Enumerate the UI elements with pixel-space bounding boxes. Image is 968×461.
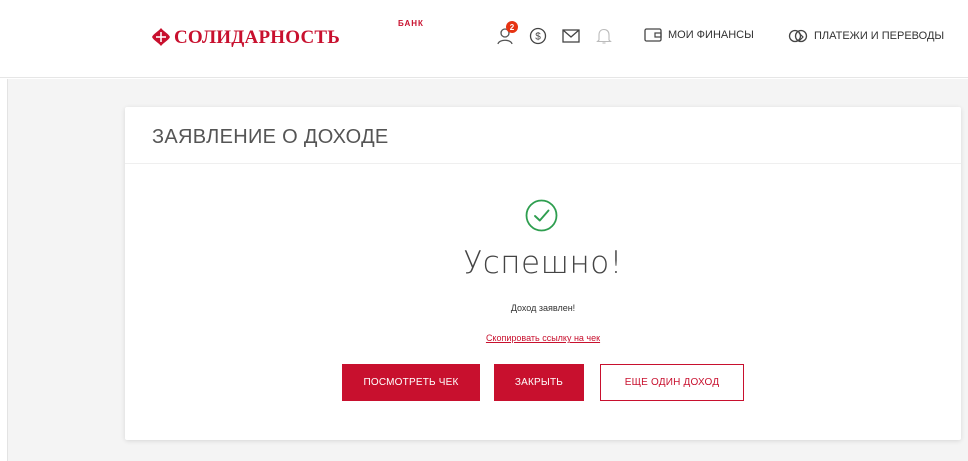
nav-payments-label: ПЛАТЕЖИ И ПЕРЕВОДЫ bbox=[814, 30, 945, 42]
notifications-badge: 2 bbox=[506, 21, 518, 33]
income-declaration-card: ЗАЯВЛЕНИЕ О ДОХОДЕ Успешно! Доход заявле… bbox=[125, 107, 961, 440]
user-icon[interactable]: 2 bbox=[494, 21, 518, 48]
copy-link-container: Скопировать ссылку на чек bbox=[125, 333, 961, 343]
check-circle-icon bbox=[525, 199, 558, 232]
mail-icon[interactable] bbox=[560, 24, 582, 48]
nav-finance-label: МОИ ФИНАНСЫ bbox=[668, 29, 754, 41]
nav-my-finances[interactable]: МОИ ФИНАНСЫ bbox=[644, 28, 754, 42]
nav-payments-transfers[interactable]: ПЛАТЕЖИ И ПЕРЕВОДЫ bbox=[788, 28, 944, 44]
page-title: ЗАЯВЛЕНИЕ О ДОХОДЕ bbox=[152, 126, 389, 148]
success-message: Доход заявлен! bbox=[510, 303, 576, 313]
logo-bank-label: БАНК bbox=[398, 19, 424, 28]
another-income-button[interactable]: ЕЩЕ ОДИН ДОХОД bbox=[600, 364, 744, 401]
transfer-icon bbox=[788, 29, 808, 43]
bell-icon[interactable] bbox=[593, 24, 615, 48]
copy-receipt-link[interactable]: Скопировать ссылку на чек bbox=[486, 333, 600, 343]
bank-logo[interactable]: СОЛИДАРНОСТЬ БАНК bbox=[150, 19, 423, 52]
view-receipt-button[interactable]: ПОСМОТРЕТЬ ЧЕК bbox=[342, 364, 480, 401]
divider bbox=[125, 163, 961, 164]
svg-text:$: $ bbox=[535, 32, 541, 43]
header: СОЛИДАРНОСТЬ БАНК 2 $ МОИ ФИНАНСЫ ПЛАТЕЖ… bbox=[0, 0, 968, 78]
logo-mark-icon bbox=[150, 26, 172, 48]
close-button[interactable]: ЗАКРЫТЬ bbox=[494, 364, 584, 401]
dollar-icon[interactable]: $ bbox=[527, 24, 549, 48]
top-icons: 2 $ bbox=[494, 21, 626, 48]
logo-text: СОЛИДАРНОСТЬ bbox=[174, 26, 341, 48]
success-title: Успешно! bbox=[463, 245, 623, 281]
wallet-icon bbox=[644, 28, 662, 42]
